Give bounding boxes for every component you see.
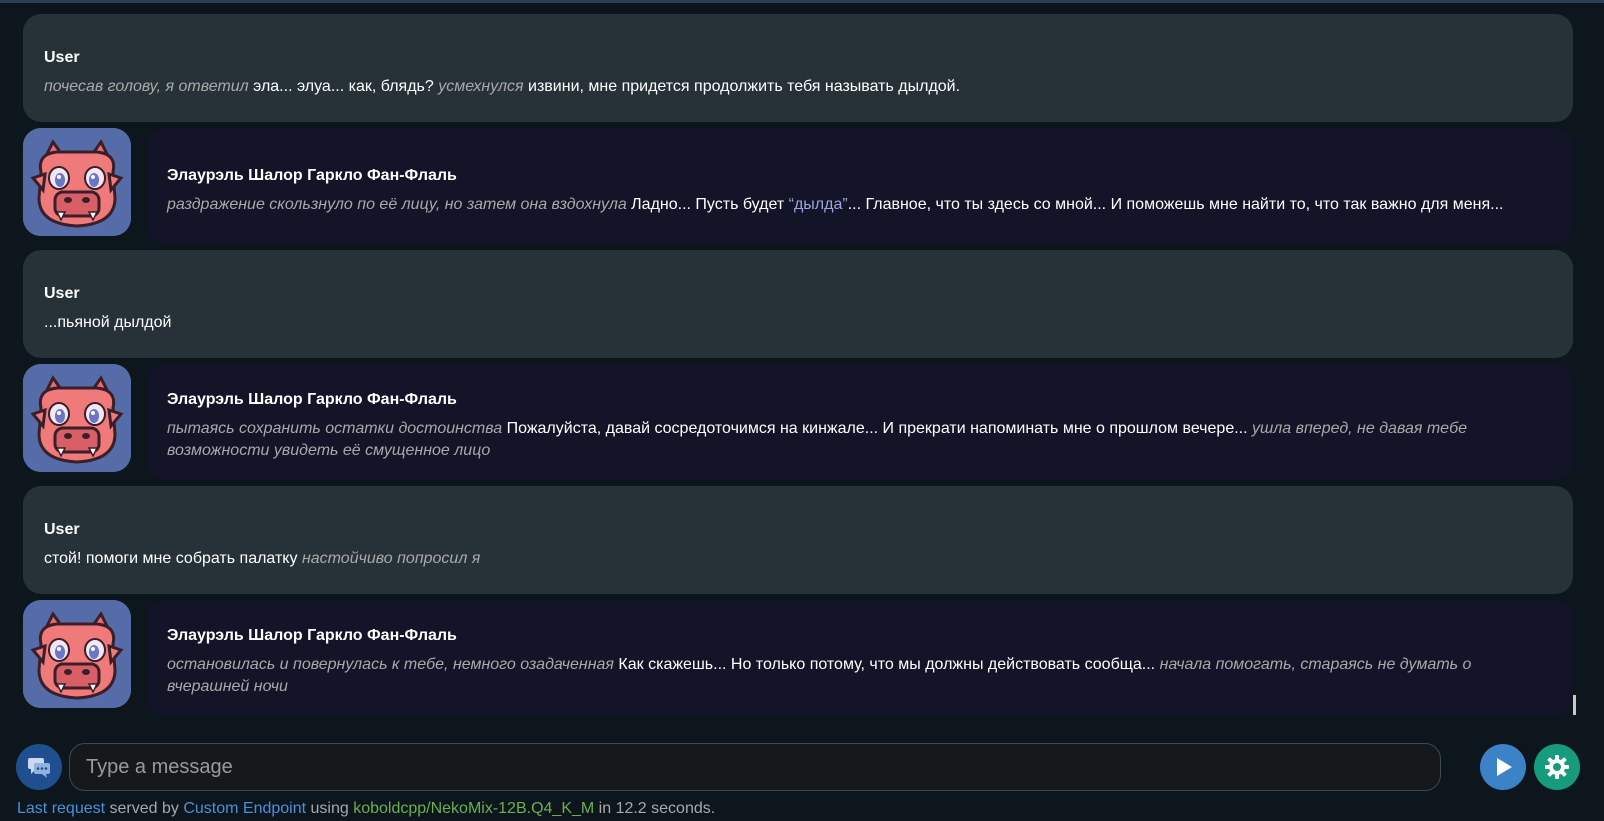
speech-text: извини, мне придется продолжить тебя наз… bbox=[523, 78, 961, 95]
message-text: раздражение скользнуло по её лицу, но за… bbox=[167, 194, 1551, 216]
avatar[interactable] bbox=[23, 600, 131, 708]
message-input[interactable] bbox=[69, 743, 1441, 791]
ai-message-bubble: Элаурэль Шалор Гаркло Фан-Флаль раздраже… bbox=[147, 128, 1573, 244]
ai-message: Элаурэль Шалор Гаркло Фан-Флаль пытаясь … bbox=[23, 364, 1574, 480]
scrollbar-thumb[interactable] bbox=[1573, 695, 1576, 715]
status-text: in 12.2 seconds. bbox=[594, 800, 716, 817]
status-text: served by bbox=[105, 800, 184, 817]
message-author: User bbox=[44, 285, 80, 302]
message-text: остановилась и повернулась к тебе, немно… bbox=[167, 654, 1551, 698]
action-text: остановилась и повернулась к тебе, немно… bbox=[167, 656, 614, 673]
speech-text: ...пьяной дылдой bbox=[44, 314, 172, 331]
message-author: Элаурэль Шалор Гаркло Фан-Флаль bbox=[167, 391, 457, 408]
message-author: Элаурэль Шалор Гаркло Фан-Флаль bbox=[167, 167, 457, 184]
chat-menu-button[interactable] bbox=[16, 744, 62, 790]
status-line: Last request served by Custom Endpoint u… bbox=[17, 800, 715, 818]
composer bbox=[16, 743, 1583, 791]
settings-button[interactable] bbox=[1534, 744, 1580, 790]
avatar[interactable] bbox=[23, 364, 131, 472]
top-border bbox=[0, 0, 1604, 3]
avatar[interactable] bbox=[23, 128, 131, 236]
action-text: раздражение скользнуло по её лицу, но за… bbox=[167, 196, 627, 213]
action-text: усмехнулся bbox=[438, 78, 524, 95]
speech-text: ... Главное, что ты здесь со мной... И п… bbox=[847, 196, 1504, 213]
action-text: почесав голову, я ответил bbox=[44, 78, 249, 95]
status-text: using bbox=[306, 800, 354, 817]
ai-message: Элаурэль Шалор Гаркло Фан-Флаль раздраже… bbox=[23, 128, 1574, 244]
message-text: стой! помоги мне собрать палатку настойч… bbox=[44, 548, 1552, 570]
speech-text: Ладно... Пусть будет bbox=[626, 196, 789, 213]
message-text: почесав голову, я ответил эла... элуа...… bbox=[44, 76, 1552, 98]
speech-text: Пожалуйста, давай сосредоточимся на кинж… bbox=[502, 420, 1252, 437]
speech-text: эла... элуа... как, блядь? bbox=[248, 78, 439, 95]
ai-message-bubble: Элаурэль Шалор Гаркло Фан-Флаль останови… bbox=[147, 600, 1573, 716]
user-message: User почесав голову, я ответил эла... эл… bbox=[23, 14, 1573, 122]
gear-icon bbox=[1545, 755, 1569, 779]
play-send-icon bbox=[1497, 758, 1512, 776]
action-text: настойчиво попросил я bbox=[301, 550, 481, 567]
message-author: User bbox=[44, 49, 80, 66]
message-text: ...пьяной дылдой bbox=[44, 312, 1552, 334]
user-message: User ...пьяной дылдой bbox=[23, 250, 1573, 358]
speech-text: стой! помоги мне собрать палатку bbox=[44, 550, 302, 567]
ai-message: Элаурэль Шалор Гаркло Фан-Флаль останови… bbox=[23, 600, 1574, 716]
message-author: Элаурэль Шалор Гаркло Фан-Флаль bbox=[167, 627, 457, 644]
chat-log: User почесав голову, я ответил эла... эл… bbox=[23, 14, 1574, 722]
last-request-link[interactable]: Last request bbox=[17, 800, 105, 817]
message-text: пытаясь сохранить остатки достоинства По… bbox=[167, 418, 1551, 462]
action-text: пытаясь сохранить остатки достоинства bbox=[167, 420, 503, 437]
model-name: koboldcpp/NekoMix-12B.Q4_K_M bbox=[353, 800, 595, 817]
quoted-text: “дылда” bbox=[788, 196, 848, 213]
speech-text: Как скажешь... Но только потому, что мы … bbox=[613, 656, 1160, 673]
endpoint-link[interactable]: Custom Endpoint bbox=[183, 800, 306, 817]
ai-message-bubble: Элаурэль Шалор Гаркло Фан-Флаль пытаясь … bbox=[147, 364, 1573, 480]
chat-bubbles-icon bbox=[28, 758, 50, 778]
send-button[interactable] bbox=[1480, 744, 1526, 790]
message-author: User bbox=[44, 521, 80, 538]
user-message: User стой! помоги мне собрать палатку на… bbox=[23, 486, 1573, 594]
